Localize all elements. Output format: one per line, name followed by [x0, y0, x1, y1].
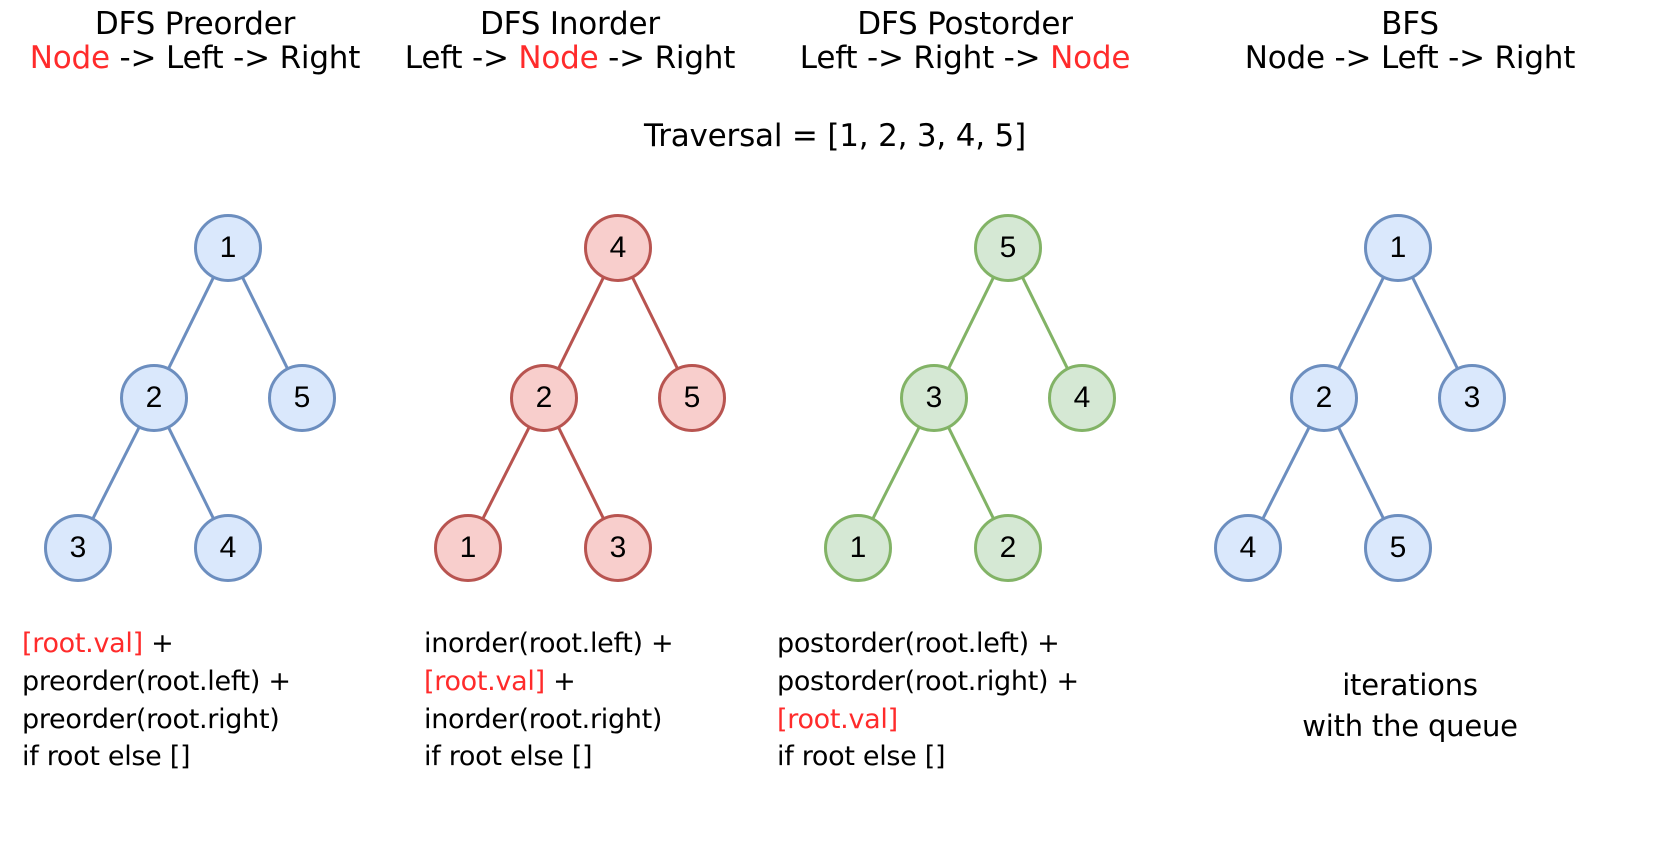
column-subtitle: Left -> Right -> Node [765, 42, 1165, 75]
plain-token: if root else [] [777, 741, 946, 773]
plain-token: inorder(root.left) + [424, 628, 674, 659]
tree-node: 5 [974, 214, 1042, 282]
plain-token: -> Right [598, 40, 736, 77]
traversal-result-label: Traversal = [1, 2, 3, 4, 5] [644, 118, 1026, 154]
plain-token: preorder(root.left) + [22, 665, 291, 697]
accent-token: Node [1050, 40, 1131, 77]
code-line: postorder(root.right) + [777, 663, 1079, 701]
tree-edge [481, 426, 531, 520]
column-header-dfs-postorder: DFS Postorder Left -> Right -> Node [765, 6, 1165, 76]
accent-token: [root.val] [777, 703, 898, 735]
binary-tree-dfs-postorder: 5 3 4 1 2 [790, 196, 1190, 606]
code-line: if root else [] [777, 738, 1079, 776]
binary-tree-dfs-inorder: 4 2 5 1 3 [400, 196, 800, 606]
column-header-dfs-inorder: DFS Inorder Left -> Node -> Right [380, 6, 760, 76]
tree-node: 1 [434, 514, 502, 582]
tree-node: 2 [120, 364, 188, 432]
plain-token: -> Left -> Right [109, 40, 361, 77]
column-title: BFS [1381, 6, 1439, 42]
column-subtitle: Node -> Left -> Right [0, 42, 390, 75]
plain-token: Node -> Left -> Right [1244, 40, 1576, 77]
tree-node: 3 [1438, 364, 1506, 432]
tree-node: 4 [1048, 364, 1116, 432]
tree-node: 2 [974, 514, 1042, 582]
binary-tree-bfs: 1 2 3 4 5 [1180, 196, 1580, 606]
tree-node: 2 [1290, 364, 1358, 432]
tree-edge [91, 426, 141, 520]
tree-node: 4 [584, 214, 652, 282]
tree-node: 5 [268, 364, 336, 432]
plain-token: postorder(root.left) + [777, 628, 1060, 659]
tree-edge [1021, 276, 1069, 370]
plain-token: Left -> [404, 40, 519, 77]
note-block-bfs: iterations with the queue [1175, 665, 1645, 746]
plain-token: if root else [] [22, 741, 191, 773]
code-line: preorder(root.right) [22, 701, 291, 739]
note-line: iterations [1342, 668, 1478, 702]
code-line: [root.val] + [424, 663, 673, 701]
accent-token: Node [518, 40, 599, 77]
tree-node: 3 [584, 514, 652, 582]
code-block-dfs-preorder: [root.val] + preorder(root.left) + preorde… [22, 625, 291, 776]
column-header-dfs-preorder: DFS Preorder Node -> Left -> Right [0, 6, 390, 76]
column-subtitle: Left -> Node -> Right [380, 42, 760, 75]
plain-token: + [142, 628, 174, 659]
tree-node: 1 [824, 514, 892, 582]
column-title: DFS Inorder [480, 6, 660, 42]
code-line: preorder(root.left) + [22, 663, 291, 701]
code-line: if root else [] [424, 738, 673, 776]
plain-token: Left -> Right -> [799, 40, 1051, 77]
column-header-bfs: BFS Node -> Left -> Right [1175, 6, 1645, 76]
tree-edge [871, 426, 921, 520]
plain-token: if root else [] [424, 741, 593, 773]
tree-node: 4 [194, 514, 262, 582]
tree-edge [1411, 276, 1459, 370]
code-line: if root else [] [22, 738, 291, 776]
tree-edge [631, 276, 679, 370]
tree-edge [1337, 276, 1385, 370]
binary-tree-dfs-preorder: 1 2 5 3 4 [10, 196, 410, 606]
code-line: [root.val] [777, 701, 1079, 739]
tree-node: 3 [44, 514, 112, 582]
tree-edge [1337, 426, 1385, 520]
code-block-dfs-inorder: inorder(root.left) + [root.val] + inorder(… [424, 625, 674, 776]
tree-edge [1261, 426, 1311, 520]
plain-token: inorder(root.right) [424, 703, 663, 735]
tree-node: 1 [194, 214, 262, 282]
plain-token: postorder(root.right) + [777, 665, 1079, 697]
tree-edge [947, 426, 995, 520]
code-line: inorder(root.left) + [424, 625, 674, 663]
tree-node: 2 [510, 364, 578, 432]
code-block-dfs-postorder: postorder(root.left) + postorder(root.rig… [777, 625, 1079, 776]
tree-node: 4 [1214, 514, 1282, 582]
tree-edge [947, 276, 995, 370]
code-line: postorder(root.left) + [777, 625, 1079, 663]
tree-node: 1 [1364, 214, 1432, 282]
tree-edge [167, 276, 215, 370]
accent-token: [root.val] [22, 628, 143, 659]
column-title: DFS Postorder [857, 6, 1073, 42]
tree-node: 3 [900, 364, 968, 432]
tree-edge [557, 426, 605, 520]
tree-edge [241, 276, 289, 370]
tree-edge [557, 276, 605, 370]
plain-token: + [544, 665, 576, 697]
plain-token: preorder(root.right) [22, 703, 280, 735]
tree-node: 5 [658, 364, 726, 432]
note-line: with the queue [1302, 708, 1518, 743]
accent-token: Node [29, 40, 110, 77]
accent-token: [root.val] [424, 665, 545, 697]
column-title: DFS Preorder [94, 6, 296, 42]
code-line: [root.val] + [22, 625, 291, 663]
traversal-diagram: DFS Preorder Node -> Left -> Right DFS I… [0, 0, 1670, 854]
column-subtitle: Node -> Left -> Right [1175, 42, 1645, 75]
tree-edge [167, 426, 215, 520]
code-line: inorder(root.right) [424, 701, 673, 739]
tree-node: 5 [1364, 514, 1432, 582]
